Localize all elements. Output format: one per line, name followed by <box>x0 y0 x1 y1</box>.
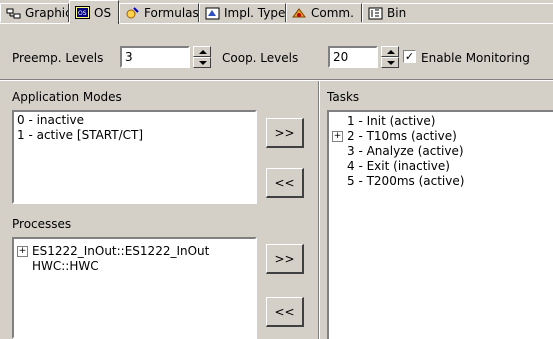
tree-item-label: 2 - T10ms (active) <box>347 129 457 143</box>
tab-comm[interactable]: Comm. <box>286 3 362 22</box>
tree-item-label: ES1222_InOut::ES1222_InOut <box>32 244 210 258</box>
tree-item-label: 3 - Analyze (active) <box>347 144 464 158</box>
spin-down-button[interactable] <box>381 57 399 68</box>
coop-levels-spinner[interactable] <box>381 46 399 68</box>
tab-label: OS <box>94 5 112 20</box>
tree-item-label: 1 - Init (active) <box>347 114 436 128</box>
tab-impl-type[interactable]: Impl. Type <box>199 3 286 22</box>
formulas-icon <box>125 6 140 20</box>
tab-graphics[interactable]: Graphics <box>0 3 69 22</box>
coop-levels-field[interactable]: 20 <box>328 46 378 68</box>
preemp-levels-field[interactable]: 3 <box>120 46 190 68</box>
tab-label: Comm. <box>311 6 354 20</box>
add-mode-button[interactable]: >> <box>266 118 304 148</box>
impl-type-icon <box>205 7 220 20</box>
tree-item[interactable]: +2 - T10ms (active) <box>332 129 464 144</box>
tab-formulas[interactable]: Formulas <box>119 3 199 22</box>
tree-item-label: HWC::HWC <box>32 259 99 273</box>
processes-label: Processes <box>12 217 72 231</box>
checkmark-icon: ✓ <box>404 50 415 63</box>
tab-binary[interactable]: Bin <box>362 3 553 22</box>
application-modes-label: Application Modes <box>12 90 122 104</box>
preemp-levels-spinner[interactable] <box>193 46 211 68</box>
tasks-tree[interactable]: 1 - Init (active) +2 - T10ms (active) 3 … <box>327 110 553 339</box>
expand-icon[interactable]: + <box>17 246 28 257</box>
tree-item[interactable]: 5 - T200ms (active) <box>332 174 464 189</box>
expand-icon[interactable]: + <box>332 131 343 142</box>
tab-label: Bin <box>387 6 407 20</box>
tree-item-label: 4 - Exit (inactive) <box>347 159 450 173</box>
comm-icon <box>292 7 307 20</box>
tab-label: Impl. Type <box>224 6 286 20</box>
tab-label: Formulas <box>144 6 199 20</box>
enable-monitoring-checkbox[interactable]: ✓ <box>403 50 416 63</box>
tab-label: Graphics <box>25 6 68 20</box>
tree-item[interactable]: 4 - Exit (inactive) <box>332 159 464 174</box>
spin-up-button[interactable] <box>193 46 211 57</box>
arrow-down-icon <box>199 61 207 65</box>
tree-item[interactable]: 1 - Init (active) <box>332 114 464 129</box>
os-icon: OS <box>75 6 90 19</box>
panel-divider-highlight <box>319 81 320 339</box>
enable-monitoring-label: Enable Monitoring <box>421 51 530 65</box>
coop-levels-label: Coop. Levels <box>222 51 299 65</box>
preemp-levels-value: 3 <box>125 50 133 64</box>
tab-bar: Graphics OS OS Formulas Impl. Type Comm.… <box>0 0 553 24</box>
add-process-button[interactable]: >> <box>266 244 304 274</box>
list-item[interactable]: 0 - inactive <box>17 113 143 128</box>
arrow-up-icon <box>199 50 207 54</box>
binary-icon <box>368 7 383 20</box>
graphics-icon <box>6 7 21 20</box>
processes-list[interactable]: + ES1222_InOut::ES1222_InOut HWC::HWC <box>12 237 257 339</box>
tasks-label: Tasks <box>327 90 360 104</box>
tree-item[interactable]: + ES1222_InOut::ES1222_InOut <box>17 244 209 259</box>
list-item[interactable]: 1 - active [START/CT] <box>17 128 143 143</box>
arrow-down-icon <box>387 61 395 65</box>
tree-item[interactable]: HWC::HWC <box>17 259 209 274</box>
toolbar-separator-highlight <box>0 80 553 81</box>
svg-text:OS: OS <box>78 10 87 17</box>
preemp-levels-label: Preemp. Levels <box>12 51 104 65</box>
spin-up-button[interactable] <box>381 46 399 57</box>
spin-down-button[interactable] <box>193 57 211 68</box>
tree-item[interactable]: 3 - Analyze (active) <box>332 144 464 159</box>
remove-mode-button[interactable]: << <box>266 168 304 198</box>
application-modes-list[interactable]: 0 - inactive 1 - active [START/CT] <box>12 110 257 204</box>
coop-levels-value: 20 <box>333 50 349 64</box>
arrow-up-icon <box>387 50 395 54</box>
remove-process-button[interactable]: << <box>266 297 304 327</box>
tab-os[interactable]: OS OS <box>69 0 119 24</box>
tree-item-label: 5 - T200ms (active) <box>347 174 465 188</box>
